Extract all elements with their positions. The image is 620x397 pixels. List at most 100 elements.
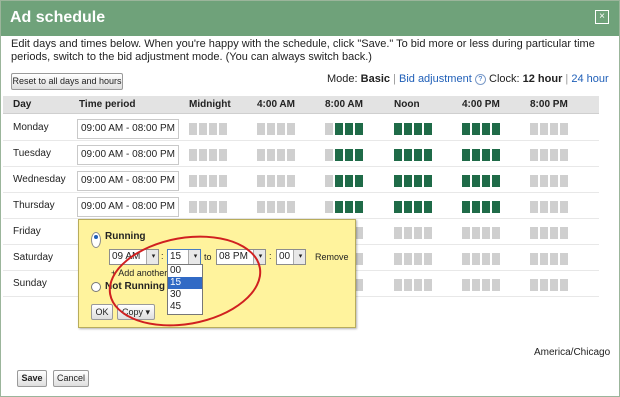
hour-cell-inactive[interactable] xyxy=(539,278,549,292)
hour-cell-inactive[interactable] xyxy=(208,200,218,214)
hour-cell-inactive[interactable] xyxy=(471,226,481,240)
hour-cell-active[interactable] xyxy=(334,148,344,162)
hour-cell-inactive[interactable] xyxy=(276,148,286,162)
hour-cell-inactive[interactable] xyxy=(481,252,491,266)
hour-cell-inactive[interactable] xyxy=(198,122,208,136)
hour-cell-inactive[interactable] xyxy=(266,200,276,214)
not-running-radio[interactable] xyxy=(91,282,101,292)
hour-cell-inactive[interactable] xyxy=(188,122,198,136)
hour-cell-inactive[interactable] xyxy=(266,148,276,162)
hour-cell-inactive[interactable] xyxy=(393,278,403,292)
hour-cell-active[interactable] xyxy=(461,200,471,214)
hour-cell-active[interactable] xyxy=(354,174,364,188)
remove-link[interactable]: Remove xyxy=(315,252,349,262)
hour-cell-active[interactable] xyxy=(413,148,423,162)
hour-cell-inactive[interactable] xyxy=(549,252,559,266)
hour-cell-active[interactable] xyxy=(334,174,344,188)
hour-cell-active[interactable] xyxy=(481,148,491,162)
hour-cell-inactive[interactable] xyxy=(559,278,569,292)
hour-cell-inactive[interactable] xyxy=(491,226,501,240)
time-period-field[interactable]: 09:00 AM - 08:00 PM xyxy=(77,171,179,191)
cancel-button[interactable]: Cancel xyxy=(53,370,89,387)
hour-cell-active[interactable] xyxy=(403,174,413,188)
hour-cell-inactive[interactable] xyxy=(198,148,208,162)
hour-cell-active[interactable] xyxy=(413,174,423,188)
hour-cell-inactive[interactable] xyxy=(324,122,334,136)
hour-cell-inactive[interactable] xyxy=(188,200,198,214)
to-minute-select[interactable]: 00 ▾ xyxy=(276,249,306,265)
time-period-field[interactable]: 09:00 AM - 08:00 PM xyxy=(77,119,179,139)
reset-button[interactable]: Reset to all days and hours xyxy=(11,73,123,90)
running-radio[interactable] xyxy=(91,232,101,248)
hour-cell-inactive[interactable] xyxy=(549,148,559,162)
hour-cell-active[interactable] xyxy=(461,148,471,162)
time-period-field[interactable]: 09:00 AM - 08:00 PM xyxy=(77,197,179,217)
hour-cell-inactive[interactable] xyxy=(218,148,228,162)
hour-cell-active[interactable] xyxy=(403,122,413,136)
hour-cell-inactive[interactable] xyxy=(549,122,559,136)
hour-cell-inactive[interactable] xyxy=(529,278,539,292)
hour-cell-inactive[interactable] xyxy=(423,278,433,292)
hour-cell-active[interactable] xyxy=(354,122,364,136)
hour-cell-active[interactable] xyxy=(354,200,364,214)
hour-cell-inactive[interactable] xyxy=(559,226,569,240)
hour-cell-inactive[interactable] xyxy=(539,226,549,240)
ok-button[interactable]: OK xyxy=(91,304,113,320)
hour-cell-inactive[interactable] xyxy=(403,226,413,240)
hour-cell-inactive[interactable] xyxy=(256,200,266,214)
hour-cell-inactive[interactable] xyxy=(549,226,559,240)
hour-cell-inactive[interactable] xyxy=(529,148,539,162)
hour-cell-inactive[interactable] xyxy=(403,278,413,292)
hour-cell-inactive[interactable] xyxy=(218,174,228,188)
hour-cell-inactive[interactable] xyxy=(256,148,266,162)
hour-cell-active[interactable] xyxy=(413,122,423,136)
hour-cell-active[interactable] xyxy=(334,200,344,214)
hour-cell-active[interactable] xyxy=(344,174,354,188)
hour-cell-inactive[interactable] xyxy=(559,148,569,162)
hour-cell-inactive[interactable] xyxy=(461,252,471,266)
save-button[interactable]: Save xyxy=(17,370,47,387)
hour-cell-active[interactable] xyxy=(393,148,403,162)
hour-cell-inactive[interactable] xyxy=(559,200,569,214)
hour-cell-inactive[interactable] xyxy=(286,174,296,188)
hour-cell-inactive[interactable] xyxy=(218,200,228,214)
hour-cell-active[interactable] xyxy=(481,200,491,214)
hour-cell-inactive[interactable] xyxy=(188,148,198,162)
hour-cell-inactive[interactable] xyxy=(208,148,218,162)
hour-cell-inactive[interactable] xyxy=(559,252,569,266)
time-period-field[interactable]: 09:00 AM - 08:00 PM xyxy=(77,145,179,165)
hour-cell-inactive[interactable] xyxy=(539,148,549,162)
hour-cell-inactive[interactable] xyxy=(549,278,559,292)
hour-cell-inactive[interactable] xyxy=(539,252,549,266)
hour-cell-inactive[interactable] xyxy=(539,122,549,136)
hour-cell-active[interactable] xyxy=(344,122,354,136)
hour-cell-active[interactable] xyxy=(461,122,471,136)
hour-cell-inactive[interactable] xyxy=(276,122,286,136)
hour-cell-inactive[interactable] xyxy=(549,174,559,188)
hour-cell-inactive[interactable] xyxy=(198,200,208,214)
hour-cell-active[interactable] xyxy=(393,174,403,188)
hour-cell-active[interactable] xyxy=(334,122,344,136)
hour-cell-inactive[interactable] xyxy=(529,122,539,136)
hour-cell-active[interactable] xyxy=(471,148,481,162)
hour-cell-active[interactable] xyxy=(471,200,481,214)
hour-cell-active[interactable] xyxy=(344,148,354,162)
hour-cell-active[interactable] xyxy=(471,174,481,188)
hour-cell-inactive[interactable] xyxy=(529,174,539,188)
hour-cell-inactive[interactable] xyxy=(393,226,403,240)
bid-adjustment-link[interactable]: Bid adjustment xyxy=(399,73,472,85)
hour-cell-inactive[interactable] xyxy=(208,174,218,188)
close-icon[interactable]: × xyxy=(595,10,609,24)
hour-cell-inactive[interactable] xyxy=(491,252,501,266)
hour-cell-inactive[interactable] xyxy=(324,174,334,188)
hour-cell-active[interactable] xyxy=(423,174,433,188)
hour-cell-inactive[interactable] xyxy=(276,174,286,188)
hour-cell-inactive[interactable] xyxy=(393,252,403,266)
hour-cell-inactive[interactable] xyxy=(208,122,218,136)
hour-cell-inactive[interactable] xyxy=(276,200,286,214)
hour-cell-active[interactable] xyxy=(481,174,491,188)
hour-cell-active[interactable] xyxy=(393,122,403,136)
hour-cell-inactive[interactable] xyxy=(471,252,481,266)
hour-cell-inactive[interactable] xyxy=(413,226,423,240)
hour-cell-inactive[interactable] xyxy=(529,226,539,240)
